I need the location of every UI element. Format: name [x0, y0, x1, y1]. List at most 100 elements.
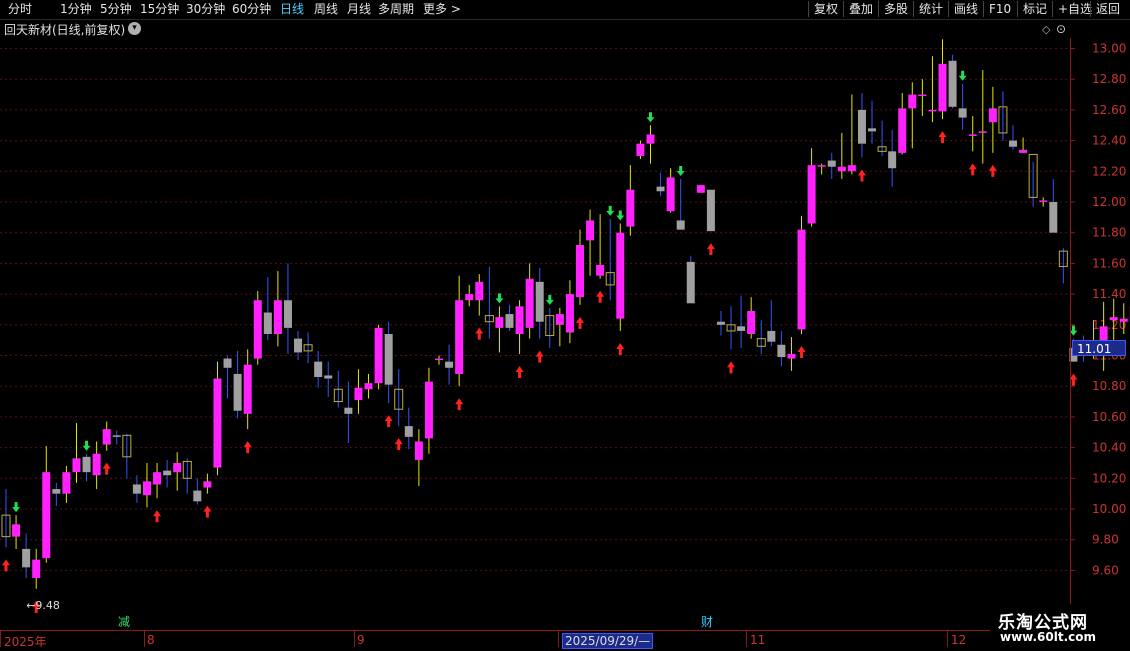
- candle-body: [506, 314, 514, 328]
- candle-body: [1110, 317, 1118, 320]
- candle-body: [93, 454, 101, 475]
- buy-arrow-icon: [727, 361, 735, 373]
- candle-body: [83, 457, 91, 472]
- toolbar-button-7[interactable]: +自选: [1052, 1, 1092, 17]
- toolbar-button-2[interactable]: 多股: [878, 1, 908, 17]
- candle-body: [62, 472, 70, 493]
- date-tick: [0, 631, 1, 647]
- candle-body: [707, 190, 715, 231]
- candle-body: [294, 339, 302, 353]
- candle-body: [677, 220, 685, 229]
- candle-body: [425, 382, 433, 439]
- period-tab-0[interactable]: 分时: [8, 1, 32, 17]
- candle-body: [908, 95, 916, 109]
- watermark-url: www.60lt.com: [1000, 630, 1096, 644]
- candlestick-chart[interactable]: 13.0012.8012.6012.4012.2012.0011.8011.60…: [0, 38, 1130, 630]
- candle-body: [324, 375, 332, 378]
- price-tick-label: 12.80: [1092, 72, 1126, 86]
- buy-arrow-icon: [203, 506, 211, 518]
- candle-body: [798, 230, 806, 330]
- sell-arrow-icon: [606, 206, 614, 216]
- date-label-0: 2025年: [4, 633, 47, 650]
- period-tab-10[interactable]: 更多 >: [423, 1, 461, 17]
- date-axis: 2025年892025/09/29/—1112: [0, 630, 1130, 651]
- toolbar-button-4[interactable]: 画线: [948, 1, 978, 17]
- buy-arrow-icon: [969, 163, 977, 175]
- candle-body: [928, 110, 936, 112]
- watermark: 乐淘公式网 www.60lt.com: [990, 604, 1130, 650]
- candle-body: [405, 426, 413, 437]
- candle-body: [234, 374, 242, 411]
- candle-body: [646, 134, 654, 143]
- candle-body: [556, 314, 564, 325]
- candle-body: [737, 326, 745, 331]
- period-tab-7[interactable]: 周线: [314, 1, 338, 17]
- candle-body: [516, 306, 524, 334]
- price-tick-label: 11.80: [1092, 226, 1126, 240]
- period-tab-1[interactable]: 1分钟: [60, 1, 92, 17]
- candle-body: [72, 458, 80, 472]
- buy-arrow-icon: [516, 366, 524, 378]
- period-tab-4[interactable]: 30分钟: [186, 1, 225, 17]
- candle-body: [173, 463, 181, 472]
- toolbar: 分时 1分钟 5分钟 15分钟 30分钟 60分钟日线周线月线多周期更多 > 复权叠加多股统…: [0, 0, 1130, 20]
- period-tab-5[interactable]: 60分钟: [232, 1, 271, 17]
- candle-body: [284, 300, 292, 328]
- toolbar-button-6[interactable]: 标记: [1017, 1, 1047, 17]
- period-tab-9[interactable]: 多周期: [378, 1, 414, 17]
- buy-arrow-icon: [798, 346, 806, 358]
- candle-body: [747, 311, 755, 334]
- high-price-label: ←13.06: [941, 38, 982, 40]
- candle-body: [213, 379, 221, 468]
- period-tab-6[interactable]: 日线: [280, 1, 304, 17]
- diamond-icon[interactable]: ◇: [1042, 23, 1050, 36]
- price-tick-label: 12.40: [1092, 134, 1126, 148]
- toolbar-button-3[interactable]: 统计: [913, 1, 943, 17]
- candle-body: [42, 472, 50, 558]
- sell-arrow-icon: [646, 112, 654, 122]
- period-tab-8[interactable]: 月线: [347, 1, 371, 17]
- chevron-down-icon[interactable]: ▾: [128, 22, 141, 35]
- period-tab-2[interactable]: 5分钟: [100, 1, 132, 17]
- sell-arrow-icon: [495, 293, 503, 303]
- buy-arrow-icon: [989, 165, 997, 177]
- candle-body: [586, 220, 594, 240]
- candle-body: [133, 484, 141, 493]
- candle-body: [1120, 319, 1128, 322]
- candle-body: [636, 144, 644, 156]
- candle-body: [898, 108, 906, 153]
- candle-body: [314, 362, 322, 377]
- price-tick-label: 9.80: [1092, 533, 1119, 547]
- buy-arrow-icon: [707, 243, 715, 255]
- candle-body: [576, 245, 584, 297]
- candle-body: [1009, 141, 1017, 147]
- candle-body: [495, 317, 503, 328]
- candle-body: [244, 365, 252, 414]
- candle-body: [32, 560, 40, 578]
- toolbar-button-0[interactable]: 复权: [808, 1, 838, 17]
- date-tick: [746, 631, 747, 647]
- candle-body: [455, 300, 463, 374]
- candle-body: [143, 481, 151, 495]
- price-axis-line: [1070, 38, 1071, 630]
- candle-body: [264, 313, 272, 334]
- candle-body: [375, 328, 383, 383]
- candle-body: [777, 345, 785, 357]
- toolbar-button-5[interactable]: F10: [983, 1, 1011, 17]
- low-price-label: ←9.48: [26, 599, 60, 612]
- toolbar-button-8[interactable]: 返回: [1090, 1, 1120, 17]
- date-label-4: 11: [750, 633, 765, 647]
- price-tick-label: 10.60: [1092, 410, 1126, 424]
- period-tab-3[interactable]: 15分钟: [140, 1, 179, 17]
- scale-icon[interactable]: ⊙: [1056, 22, 1066, 36]
- candle-body: [918, 95, 926, 97]
- candle-body: [616, 233, 624, 319]
- candle-body: [1019, 150, 1027, 153]
- candle-body: [818, 165, 826, 167]
- toolbar-button-1[interactable]: 叠加: [843, 1, 873, 17]
- candle-body: [667, 177, 675, 211]
- price-tick-label: 10.20: [1092, 471, 1126, 485]
- date-label-2: 9: [357, 633, 365, 647]
- candle-body: [254, 300, 262, 358]
- candle-body: [385, 334, 393, 385]
